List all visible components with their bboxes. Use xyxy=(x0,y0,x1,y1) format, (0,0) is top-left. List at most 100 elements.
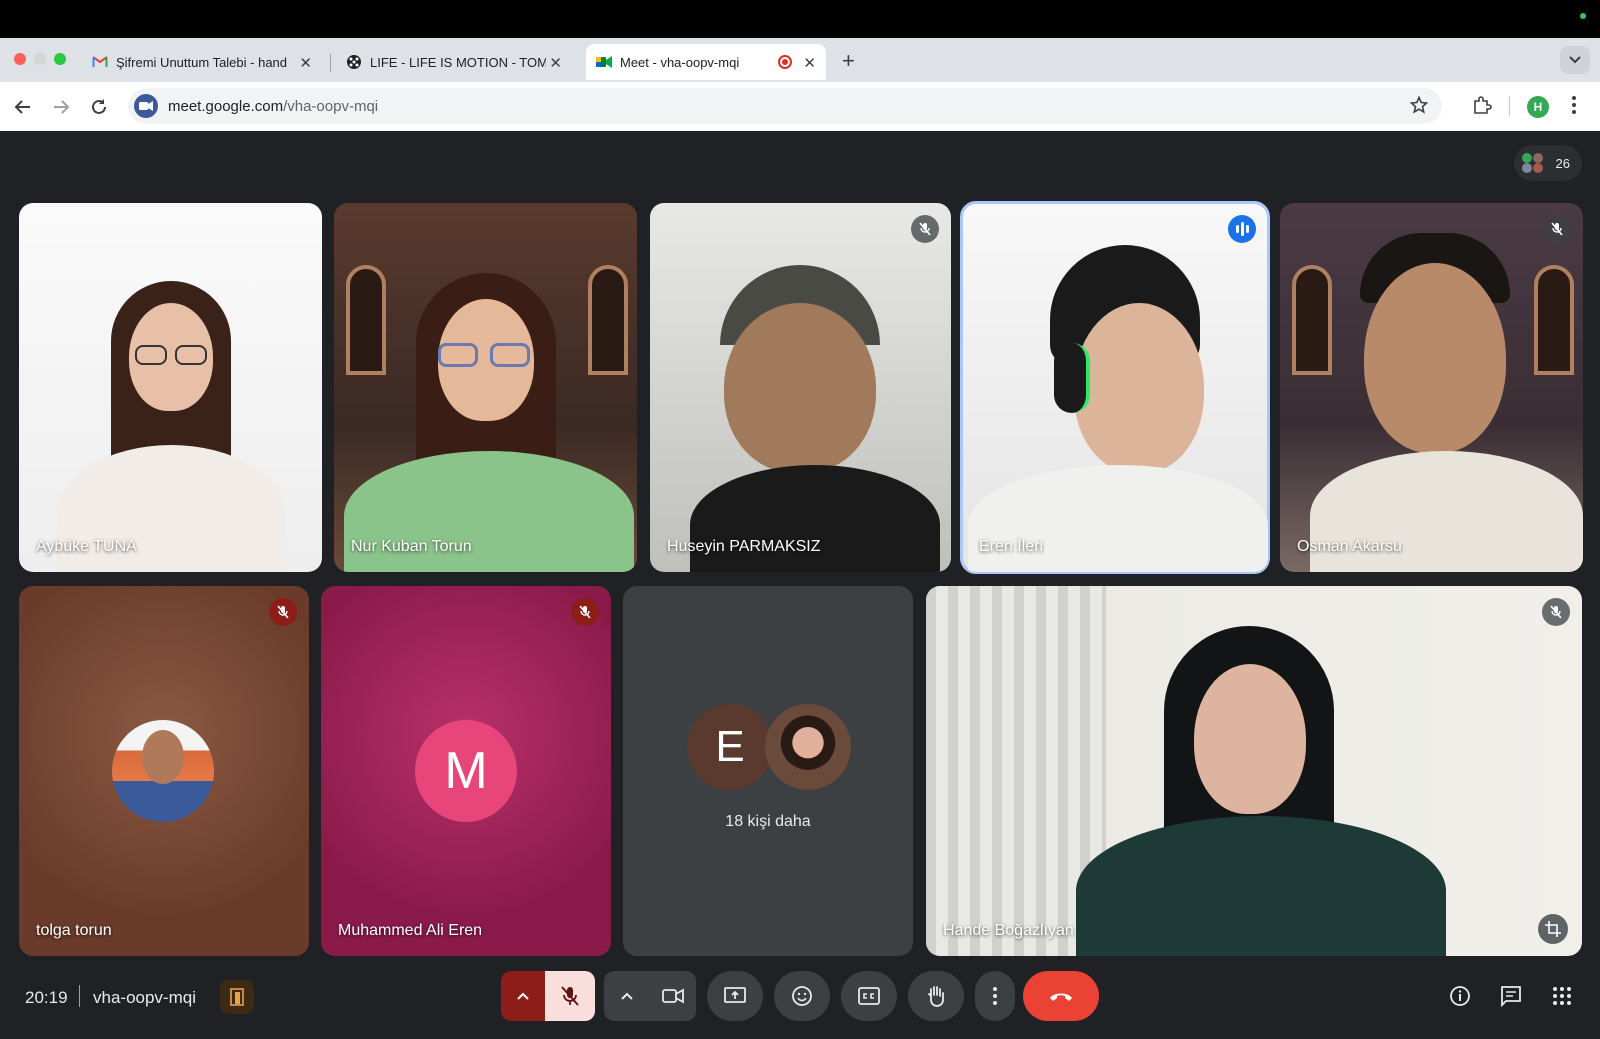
participant-name: Huseyin PARMAKSIZ xyxy=(667,538,821,555)
maximize-window-button[interactable] xyxy=(54,53,66,65)
address-bar[interactable]: meet.google.com/vha-oopv-mqi xyxy=(128,88,1442,124)
chevron-down-icon xyxy=(1569,56,1581,64)
participant-name: Eren İleri xyxy=(979,538,1044,555)
audio-options-button[interactable] xyxy=(501,971,545,1021)
reload-icon xyxy=(92,99,106,114)
participant-tile[interactable]: tolga torun xyxy=(19,586,309,956)
url-text: meet.google.com/vha-oopv-mqi xyxy=(168,98,378,115)
url-path: /vha-oopv-mqi xyxy=(283,97,379,115)
reactions-button[interactable] xyxy=(774,971,830,1021)
participant-avatar: M xyxy=(415,720,517,822)
participant-tile[interactable]: Osman Akarsu xyxy=(1280,203,1583,572)
meeting-details-button[interactable] xyxy=(1446,982,1474,1010)
muted-mic-icon xyxy=(269,598,297,626)
tab-meet[interactable]: Meet - vha-oopv-mqi ✕ xyxy=(586,44,826,80)
back-button[interactable] xyxy=(12,96,34,118)
close-tab-icon[interactable]: ✕ xyxy=(299,54,312,72)
participant-video xyxy=(334,203,637,572)
participant-video xyxy=(19,203,322,572)
forward-button[interactable] xyxy=(50,96,72,118)
new-tab-button[interactable]: + xyxy=(842,48,855,74)
participant-tile[interactable]: Nur Kuban Torun xyxy=(334,203,637,572)
site-info-icon[interactable] xyxy=(134,94,158,118)
bookmark-star-icon[interactable] xyxy=(1409,95,1429,119)
present-icon xyxy=(724,987,746,1003)
more-options-button[interactable] xyxy=(975,971,1015,1021)
close-tab-icon[interactable]: ✕ xyxy=(549,54,562,72)
raise-hand-button[interactable] xyxy=(908,971,964,1021)
minimize-window-button[interactable] xyxy=(34,53,46,65)
participant-avatars xyxy=(1522,153,1546,173)
participant-tile[interactable]: M Muhammed Ali Eren xyxy=(321,586,611,956)
controls-divider xyxy=(79,985,80,1007)
camera-toggle-button[interactable] xyxy=(650,971,696,1021)
present-screen-button[interactable] xyxy=(707,971,763,1021)
tab-title: Meet - vha-oopv-mqi xyxy=(620,54,740,70)
close-window-button[interactable] xyxy=(14,53,26,65)
door-icon xyxy=(230,988,244,1006)
chevron-up-icon xyxy=(517,992,529,1000)
chat-button[interactable] xyxy=(1497,982,1525,1010)
more-vert-icon xyxy=(993,987,997,1005)
microphone-toggle-button[interactable] xyxy=(545,971,595,1021)
extensions-icon[interactable] xyxy=(1472,95,1492,120)
crop-icon xyxy=(1545,921,1561,937)
muted-mic-icon xyxy=(571,598,599,626)
browser-window: Şifremi Unuttum Talebi - hand ✕ LIFE - L… xyxy=(0,38,1600,131)
more-participants-tile[interactable]: E 18 kişi daha xyxy=(623,586,913,956)
participant-avatar: E xyxy=(687,704,773,790)
chevron-up-icon xyxy=(621,992,633,1000)
tab-gmail[interactable]: Şifremi Unuttum Talebi - hand ✕ xyxy=(82,44,322,80)
participant-video xyxy=(650,203,951,572)
participant-name: Muhammed Ali Eren xyxy=(338,922,483,939)
leave-call-button[interactable] xyxy=(1023,971,1099,1021)
video-options-button[interactable] xyxy=(604,971,650,1021)
participant-count: 26 xyxy=(1555,155,1570,171)
reload-button[interactable] xyxy=(88,96,110,118)
tab-search-button[interactable] xyxy=(1560,46,1590,74)
participant-avatar xyxy=(112,720,214,822)
meeting-time: 20:19 xyxy=(25,988,68,1007)
meet-stage: 26 Aybüke TUNA Nur Kuban Torun Huseyin P… xyxy=(0,131,1600,1039)
mic-off-icon xyxy=(561,986,579,1006)
toolbar-divider xyxy=(1509,96,1510,116)
participant-name: Hande Boğazlıyan xyxy=(943,922,1074,939)
participant-avatar xyxy=(765,704,851,790)
status-dot xyxy=(1580,13,1586,19)
arrow-left-icon xyxy=(14,100,30,114)
tab-title: LIFE - LIFE IS MOTION - TOM xyxy=(370,54,546,70)
chat-icon xyxy=(1501,986,1521,1007)
participant-video xyxy=(926,586,1582,956)
emoji-icon xyxy=(792,986,812,1006)
end-call-icon xyxy=(1050,993,1072,1001)
speaking-indicator-icon xyxy=(1228,215,1256,243)
participant-name: Nur Kuban Torun xyxy=(351,538,472,555)
close-tab-icon[interactable]: ✕ xyxy=(803,54,816,72)
participant-video xyxy=(1280,203,1583,572)
participant-tile[interactable]: Aybüke TUNA xyxy=(19,203,322,572)
participant-video xyxy=(962,203,1268,572)
meeting-code: vha-oopv-mqi xyxy=(93,988,196,1007)
tab-life[interactable]: LIFE - LIFE IS MOTION - TOM ✕ xyxy=(336,44,572,80)
life-site-icon xyxy=(346,54,362,70)
participant-name: tolga torun xyxy=(36,922,112,939)
camera-icon xyxy=(662,988,684,1004)
activities-button[interactable] xyxy=(1548,982,1576,1010)
host-controls-button[interactable] xyxy=(220,980,254,1014)
gmail-icon xyxy=(92,54,108,70)
browser-toolbar: meet.google.com/vha-oopv-mqi H xyxy=(0,82,1600,131)
participants-button[interactable]: 26 xyxy=(1514,145,1582,181)
arrow-right-icon xyxy=(54,100,70,114)
profile-avatar[interactable]: H xyxy=(1527,96,1549,118)
participant-tile[interactable]: Hande Boğazlıyan xyxy=(926,586,1582,956)
participant-tile[interactable]: Eren İleri xyxy=(960,201,1270,574)
crop-frame-button[interactable] xyxy=(1538,914,1568,944)
tab-title: Şifremi Unuttum Talebi - hand xyxy=(116,54,288,70)
participant-name: Osman Akarsu xyxy=(1297,538,1402,555)
muted-mic-icon xyxy=(911,215,939,243)
captions-button[interactable] xyxy=(841,971,897,1021)
browser-menu-icon[interactable] xyxy=(1571,95,1577,120)
participant-tile[interactable]: Huseyin PARMAKSIZ xyxy=(650,203,951,572)
recording-icon xyxy=(778,55,792,69)
meet-icon xyxy=(596,54,612,70)
